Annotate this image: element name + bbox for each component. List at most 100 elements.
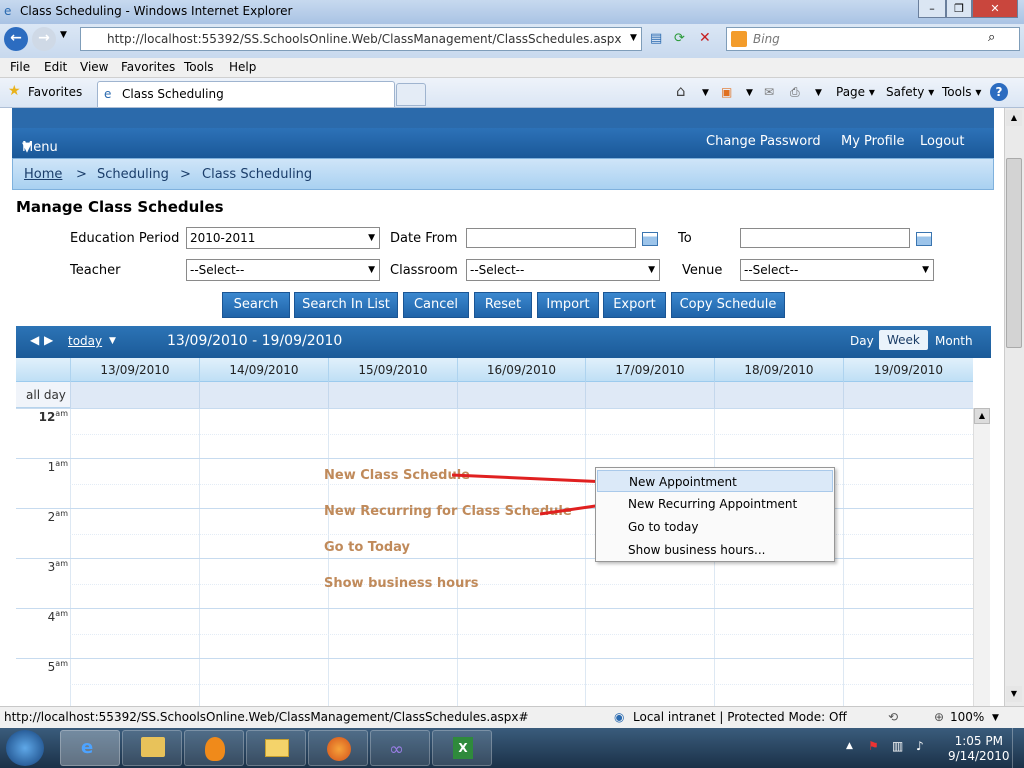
teacher-select[interactable]: --Select-- ▼	[186, 259, 380, 281]
education-period-select[interactable]: 2010-2011 ▼	[186, 227, 380, 249]
maximize-button[interactable]: ❐	[946, 0, 972, 18]
print-dropdown-icon[interactable]: ▼	[815, 88, 822, 98]
print-icon[interactable]: ⎙	[790, 85, 800, 100]
home-dropdown-icon[interactable]: ▼	[702, 88, 709, 98]
search-button[interactable]: Search	[222, 292, 290, 318]
change-password-link[interactable]: Change Password	[706, 134, 821, 149]
action-center-icon[interactable]: ⚑	[868, 739, 879, 753]
refresh-icon[interactable]: ⟳	[674, 31, 685, 46]
date-from-input[interactable]	[466, 228, 636, 248]
favorites-button[interactable]: Favorites	[28, 85, 82, 99]
day-header[interactable]: 19/09/2010	[843, 358, 973, 382]
context-new-recurring-appointment[interactable]: New Recurring Appointment	[597, 493, 833, 515]
help-icon[interactable]: ?	[990, 83, 1008, 101]
import-button[interactable]: Import	[537, 292, 599, 318]
home-icon[interactable]: ⌂	[676, 82, 686, 100]
next-week-icon[interactable]: ▶	[44, 333, 53, 347]
page-menu[interactable]: Page ▾	[836, 85, 875, 99]
new-tab-button[interactable]	[396, 83, 426, 106]
calendar-icon[interactable]	[916, 232, 932, 246]
menu-view[interactable]: View	[80, 60, 108, 74]
all-day-cell[interactable]	[585, 382, 714, 408]
show-desktop-button[interactable]	[1012, 728, 1024, 768]
grid-scrollbar[interactable]: ▲	[973, 408, 990, 706]
safety-menu[interactable]: Safety ▾	[886, 85, 934, 99]
logout-link[interactable]: Logout	[920, 134, 965, 149]
taskbar-firefox-icon[interactable]	[308, 730, 368, 766]
taskbar-media-icon[interactable]	[184, 730, 244, 766]
day-header[interactable]: 13/09/2010	[70, 358, 199, 382]
context-go-to-today[interactable]: Go to today	[597, 516, 833, 538]
day-header[interactable]: 16/09/2010	[457, 358, 585, 382]
feeds-dropdown-icon[interactable]: ▼	[746, 88, 753, 98]
tools-menu[interactable]: Tools ▾	[942, 85, 981, 99]
taskbar-ie-icon[interactable]: e	[60, 730, 120, 766]
clock[interactable]: 1:05 PM 9/14/2010	[948, 734, 1010, 764]
search-input[interactable]: Bing	[726, 27, 1020, 51]
taskbar-app-icon[interactable]: ∞	[370, 730, 430, 766]
volume-icon[interactable]: ♪	[916, 739, 924, 753]
my-profile-link[interactable]: My Profile	[841, 134, 904, 149]
today-dropdown-icon[interactable]: ▼	[109, 336, 116, 346]
view-week-tab[interactable]: Week	[879, 330, 928, 350]
classroom-select[interactable]: --Select-- ▼	[466, 259, 660, 281]
day-header[interactable]: 17/09/2010	[585, 358, 714, 382]
breadcrumb-scheduling[interactable]: Scheduling	[97, 167, 169, 182]
scroll-up-icon[interactable]: ▲	[1006, 110, 1022, 126]
forward-button[interactable]: →	[32, 27, 56, 51]
export-button[interactable]: Export	[603, 292, 666, 318]
day-header[interactable]: 18/09/2010	[714, 358, 843, 382]
breadcrumb-home[interactable]: Home	[24, 167, 62, 182]
page-scrollbar[interactable]: ▲ ▼	[1004, 108, 1024, 706]
taskbar-excel-icon[interactable]: X	[432, 730, 492, 766]
venue-select[interactable]: --Select-- ▼	[740, 259, 934, 281]
scroll-thumb[interactable]	[1006, 158, 1022, 348]
date-to-input[interactable]	[740, 228, 910, 248]
calendar-icon[interactable]	[642, 232, 658, 246]
address-bar[interactable]: http://localhost:55392/SS.SchoolsOnline.…	[80, 27, 642, 51]
all-day-cell[interactable]	[714, 382, 843, 408]
all-day-cell[interactable]	[70, 382, 199, 408]
zoom-dropdown-icon[interactable]: ▼	[992, 713, 999, 723]
prev-week-icon[interactable]: ◀	[30, 333, 39, 347]
scroll-down-icon[interactable]: ▼	[1006, 686, 1022, 702]
context-new-appointment[interactable]: New Appointment	[597, 470, 833, 492]
view-month-tab[interactable]: Month	[935, 334, 973, 348]
taskbar-outlook-icon[interactable]	[246, 730, 306, 766]
menu-edit[interactable]: Edit	[44, 60, 67, 74]
all-day-cell[interactable]	[457, 382, 585, 408]
minimize-button[interactable]: –	[918, 0, 946, 18]
context-show-business-hours[interactable]: Show business hours...	[597, 539, 833, 561]
mail-icon[interactable]: ✉	[764, 85, 774, 99]
address-dropdown-icon[interactable]: ▼	[630, 33, 637, 43]
view-day-tab[interactable]: Day	[850, 334, 874, 348]
menu-tools[interactable]: Tools	[184, 60, 214, 74]
day-header[interactable]: 14/09/2010	[199, 358, 328, 382]
zoom-level[interactable]: 100%	[950, 710, 984, 724]
network-icon[interactable]: ▥	[892, 739, 903, 753]
all-day-cell[interactable]	[843, 382, 973, 408]
start-button[interactable]	[6, 730, 44, 766]
recent-pages-dropdown[interactable]: ▼	[60, 30, 67, 40]
tab-class-scheduling[interactable]: e Class Scheduling	[97, 81, 395, 107]
copy-schedule-button[interactable]: Copy Schedule	[671, 292, 785, 318]
scroll-up-icon[interactable]: ▲	[974, 408, 990, 424]
tray-expand-icon[interactable]: ▲	[846, 741, 853, 751]
menu-file[interactable]: File	[10, 60, 30, 74]
day-header[interactable]: 15/09/2010	[328, 358, 457, 382]
today-link[interactable]: today	[68, 334, 102, 348]
close-window-button[interactable]: ✕	[972, 0, 1018, 18]
all-day-cell[interactable]	[199, 382, 328, 408]
all-day-cell[interactable]	[328, 382, 457, 408]
cancel-button[interactable]: Cancel	[403, 292, 469, 318]
search-icon[interactable]: ⌕	[988, 30, 995, 45]
taskbar-explorer-icon[interactable]	[122, 730, 182, 766]
protected-mode-icon[interactable]: ⟲	[888, 710, 898, 724]
stop-icon[interactable]: ✕	[699, 30, 711, 46]
menu-help[interactable]: Help	[229, 60, 256, 74]
compatibility-view-icon[interactable]: ▤	[650, 31, 662, 46]
menu-favorites[interactable]: Favorites	[121, 60, 175, 74]
feeds-icon[interactable]: ▣	[721, 85, 732, 99]
reset-button[interactable]: Reset	[474, 292, 532, 318]
security-zone[interactable]: Local intranet | Protected Mode: Off	[633, 710, 847, 724]
